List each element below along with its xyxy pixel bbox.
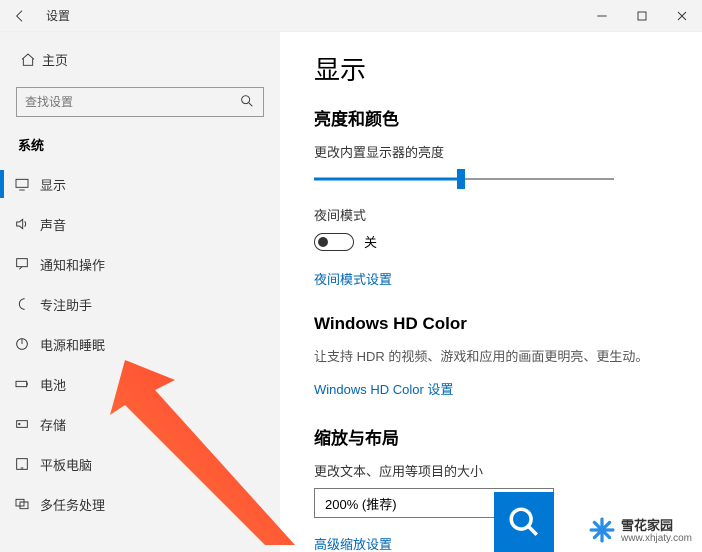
brightness-label: 更改内置显示器的亮度	[314, 142, 702, 161]
magnifier-overlay	[494, 492, 554, 552]
watermark-name: 雪花家园	[621, 519, 692, 533]
sidebar: 主页 系统 显示 声音 通知和操作 专注助手 电源和睡眠	[0, 32, 280, 552]
sidebar-item-label: 平板电脑	[40, 455, 92, 474]
sidebar-item-tablet[interactable]: 平板电脑	[0, 444, 280, 484]
sidebar-item-multitasking[interactable]: 多任务处理	[0, 484, 280, 524]
sidebar-item-focus-assist[interactable]: 专注助手	[0, 284, 280, 324]
display-icon	[14, 176, 40, 192]
search-box[interactable]	[16, 87, 264, 117]
back-button[interactable]	[0, 0, 40, 32]
maximize-button[interactable]	[622, 0, 662, 32]
night-light-settings-link[interactable]: 夜间模式设置	[314, 269, 392, 288]
night-light-label: 夜间模式	[314, 205, 702, 224]
snowflake-icon	[589, 517, 615, 546]
focus-icon	[14, 296, 40, 312]
power-icon	[14, 336, 40, 352]
search-input[interactable]	[25, 95, 239, 109]
sidebar-item-battery[interactable]: 电池	[0, 364, 280, 404]
main-panel: 显示 亮度和颜色 更改内置显示器的亮度 夜间模式 关 夜间模式设置 Window…	[280, 32, 702, 552]
sidebar-item-label: 专注助手	[40, 295, 92, 314]
night-light-state: 关	[364, 232, 377, 251]
notifications-icon	[14, 256, 40, 272]
watermark-url: www.xhjaty.com	[621, 533, 692, 544]
watermark: 雪花家园 www.xhjaty.com	[585, 515, 696, 548]
sidebar-item-sound[interactable]: 声音	[0, 204, 280, 244]
storage-icon	[14, 416, 40, 432]
window-title: 设置	[46, 7, 70, 24]
hdr-description: 让支持 HDR 的视频、游戏和应用的画面更明亮、更生动。	[314, 346, 702, 365]
sidebar-item-label: 声音	[40, 215, 66, 234]
section-hdr: Windows HD Color	[314, 314, 702, 334]
advanced-scale-link[interactable]: 高级缩放设置	[314, 534, 392, 552]
night-light-toggle[interactable]	[314, 233, 354, 251]
page-title: 显示	[314, 50, 702, 87]
sidebar-item-label: 电源和睡眠	[40, 335, 105, 354]
close-icon	[674, 8, 690, 24]
sidebar-item-label: 通知和操作	[40, 255, 105, 274]
home-icon	[20, 52, 42, 68]
sidebar-home[interactable]: 主页	[0, 40, 280, 79]
scale-value: 200% (推荐)	[325, 494, 397, 513]
arrow-left-icon	[12, 8, 28, 24]
battery-icon	[14, 376, 40, 392]
search-icon	[507, 505, 541, 539]
sidebar-item-label: 电池	[40, 375, 66, 394]
multitask-icon	[14, 496, 40, 512]
brightness-slider[interactable]	[314, 169, 614, 189]
sidebar-item-label: 显示	[40, 175, 66, 194]
sidebar-item-label: 多任务处理	[40, 495, 105, 514]
minimize-icon	[594, 8, 610, 24]
scale-label: 更改文本、应用等项目的大小	[314, 461, 702, 480]
window-controls	[582, 0, 702, 32]
sidebar-group-label: 系统	[0, 131, 280, 164]
section-scale-layout: 缩放与布局	[314, 424, 702, 449]
sidebar-item-power-sleep[interactable]: 电源和睡眠	[0, 324, 280, 364]
close-button[interactable]	[662, 0, 702, 32]
minimize-button[interactable]	[582, 0, 622, 32]
sidebar-item-notifications[interactable]: 通知和操作	[0, 244, 280, 284]
titlebar: 设置	[0, 0, 702, 32]
search-icon	[239, 93, 255, 112]
tablet-icon	[14, 456, 40, 472]
sidebar-item-label: 存储	[40, 415, 66, 434]
section-brightness-color: 亮度和颜色	[314, 105, 702, 130]
sidebar-item-storage[interactable]: 存储	[0, 404, 280, 444]
sound-icon	[14, 216, 40, 232]
hdr-settings-link[interactable]: Windows HD Color 设置	[314, 379, 453, 398]
maximize-icon	[634, 8, 650, 24]
sidebar-home-label: 主页	[42, 50, 68, 69]
sidebar-item-display[interactable]: 显示	[0, 164, 280, 204]
